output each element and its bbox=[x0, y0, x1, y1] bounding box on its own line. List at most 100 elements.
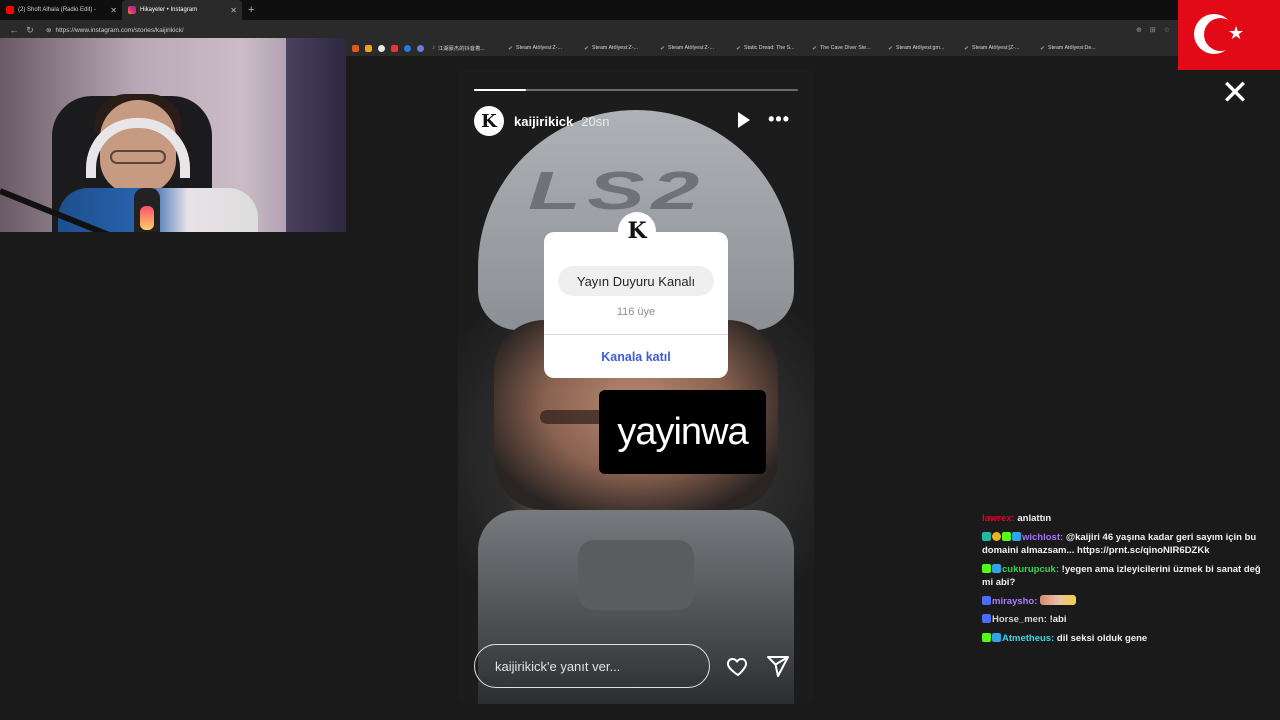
chat-message: Horse_men: !abi bbox=[982, 613, 1274, 627]
steam-icon: ✔ bbox=[736, 45, 742, 52]
channel-title: Yayın Duyuru Kanalı bbox=[558, 266, 714, 296]
browser-tab-instagram[interactable]: Hikayeler • Instagram ✕ bbox=[122, 0, 242, 20]
text-sticker: yayinwa bbox=[599, 390, 766, 474]
bookmark-item[interactable]: ✔ Steam Atölyesi:Z-... bbox=[660, 45, 728, 52]
chat-message: miraysho: bbox=[982, 594, 1274, 609]
webcam-overlay bbox=[0, 38, 346, 232]
stream-chat: lawrex: anlattın wichlost: @kaijiri 46 y… bbox=[982, 512, 1274, 650]
bookmark-icon[interactable] bbox=[404, 44, 411, 52]
cube-badge-icon bbox=[992, 563, 1001, 573]
turkish-flag-overlay: ★ bbox=[1178, 0, 1280, 70]
steam-icon: ✔ bbox=[888, 45, 894, 52]
helmet-vent bbox=[578, 540, 694, 610]
subscriber-badge-icon bbox=[982, 531, 991, 541]
kick-badge-icon bbox=[982, 632, 991, 642]
chat-username: Atmetheus bbox=[1002, 632, 1052, 644]
chat-message: wichlost: @kaijiri 46 yaşına kadar geri … bbox=[982, 531, 1257, 556]
channel-avatar: K bbox=[618, 212, 656, 250]
chat-message: lawrex: anlattın bbox=[982, 513, 1052, 524]
bookmark-item[interactable]: ✔ Static Dread: The S... bbox=[736, 45, 804, 52]
kick-badge-icon bbox=[982, 595, 991, 605]
steam-icon: ✔ bbox=[660, 45, 666, 52]
tab-label: (2) Shoft Alhala (Radio Edit) - bbox=[18, 7, 97, 13]
address-bar[interactable]: ⊜ https://www.instagram.com/stories/kaij… bbox=[46, 26, 184, 35]
bookmark-icon[interactable] bbox=[391, 44, 398, 52]
mic-light bbox=[140, 206, 154, 230]
story-avatar[interactable]: K bbox=[474, 106, 504, 136]
address-bar-row: ← ↻ ⊜ https://www.instagram.com/stories/… bbox=[0, 20, 1280, 40]
bookmark-icon[interactable] bbox=[378, 44, 385, 52]
bookmark-icon[interactable] bbox=[352, 44, 359, 52]
story-progress-fill bbox=[474, 89, 526, 91]
url-text: https://www.instagram.com/stories/kaijir… bbox=[55, 26, 184, 34]
browser-tab-youtube[interactable]: (2) Shoft Alhala (Radio Edit) - ✕ bbox=[0, 0, 122, 20]
tiktok-icon: ♪ bbox=[432, 45, 435, 51]
chat-message: Atmetheus: dil seksi olduk gene bbox=[982, 632, 1274, 646]
steam-icon: ✔ bbox=[508, 45, 514, 52]
chat-message: cukurupcuk: !yegen ama izleyicilerini üz… bbox=[982, 563, 1261, 588]
reply-input[interactable]: kaijirikick'e yanıt ver... bbox=[474, 644, 710, 688]
chat-username: cukurupcuk bbox=[1002, 563, 1056, 575]
steam-icon: ✔ bbox=[1040, 45, 1046, 52]
kick-badge-icon bbox=[982, 563, 991, 573]
story-progress-bar bbox=[474, 89, 798, 91]
chat-text: dil seksi olduk gene bbox=[1056, 632, 1148, 644]
channel-members: 116 üye bbox=[616, 306, 656, 318]
bookmarks-bar: ♪ 江湖豪杰的抖音着... ✔ Steam Atölyesi:Z-... ✔ Stea… bbox=[346, 40, 1280, 56]
kick-logo-icon: K bbox=[481, 110, 497, 132]
bookmark-item[interactable]: ✔ The Cave Diver Ste... bbox=[812, 45, 880, 52]
more-icon[interactable]: ••• bbox=[768, 110, 790, 128]
address-bar-actions: ⊕ ⊞ ☆ bbox=[1136, 26, 1170, 34]
star-icon: ★ bbox=[1228, 23, 1245, 43]
story-frame[interactable]: LS2 K kaijirikick 20sn ••• K Yayın Duyur… bbox=[458, 70, 814, 704]
back-button[interactable]: ← bbox=[6, 25, 22, 35]
story-header: K kaijirikick 20sn ••• bbox=[474, 106, 798, 136]
bookmark-star-icon[interactable]: ☆ bbox=[1164, 26, 1170, 34]
kick-badge-icon bbox=[982, 614, 991, 623]
close-icon: ✕ bbox=[1220, 74, 1250, 112]
zoom-icon[interactable]: ⊕ bbox=[1136, 26, 1142, 34]
bookmark-item[interactable]: ✔ Steam Atölyesi:gm... bbox=[888, 45, 956, 52]
close-story-button[interactable]: ✕ bbox=[1220, 76, 1250, 110]
bookmark-item[interactable]: ✔ Steam Atölyesi:Z-... bbox=[584, 45, 652, 52]
gift-badge-icon bbox=[992, 531, 1001, 541]
send-icon[interactable] bbox=[766, 654, 790, 678]
steam-icon: ✔ bbox=[584, 45, 590, 52]
channel-card[interactable]: K Yayın Duyuru Kanalı 116 üye Kanala kat… bbox=[544, 212, 728, 378]
story-time: 20sn bbox=[581, 113, 610, 129]
steam-icon: ✔ bbox=[812, 45, 818, 52]
webcam-curtain bbox=[286, 38, 346, 232]
tab-close-icon[interactable]: ✕ bbox=[110, 6, 117, 15]
extensions-icon[interactable]: ⊞ bbox=[1150, 26, 1156, 34]
kick-badge-icon bbox=[1002, 531, 1011, 541]
reload-button[interactable]: ↻ bbox=[22, 25, 38, 36]
chat-text: !abi bbox=[1049, 614, 1067, 625]
helmet-logo: LS2 bbox=[528, 161, 706, 221]
cube-badge-icon bbox=[1012, 531, 1021, 541]
tab-close-icon[interactable]: ✕ bbox=[230, 6, 237, 15]
bookmark-item[interactable]: ♪ 江湖豪杰的抖音着... bbox=[432, 44, 500, 52]
join-channel-button[interactable]: Kanala katıl bbox=[544, 335, 728, 378]
chat-username: Horse_men bbox=[992, 614, 1044, 625]
bookmark-item[interactable]: ✔ Steam Atölyesi:Z-... bbox=[508, 45, 576, 52]
bookmark-item[interactable]: ✔ Steam Atölyesi:De... bbox=[1040, 45, 1108, 52]
chat-username: miraysho bbox=[992, 595, 1035, 607]
play-icon[interactable] bbox=[738, 112, 750, 128]
story-username[interactable]: kaijirikick bbox=[514, 114, 573, 129]
new-tab-button[interactable]: + bbox=[248, 4, 254, 16]
lock-icon: ⊜ bbox=[46, 27, 52, 34]
heart-icon[interactable] bbox=[726, 654, 750, 678]
chat-username: wichlost bbox=[1022, 531, 1061, 543]
instagram-icon bbox=[128, 6, 136, 14]
tab-label: Hikayeler • Instagram bbox=[140, 7, 198, 13]
chat-username: lawrex bbox=[982, 513, 1012, 524]
cube-badge-icon bbox=[992, 632, 1001, 642]
bookmark-item[interactable]: ✔ Steam Atölyesi:[Z-... bbox=[964, 45, 1032, 52]
bookmark-icon[interactable] bbox=[365, 44, 372, 52]
youtube-icon bbox=[6, 6, 14, 14]
chat-emote bbox=[1040, 594, 1077, 605]
webcam-glasses bbox=[110, 150, 166, 164]
chat-text: anlattın bbox=[1017, 513, 1052, 524]
browser-tabbar: (2) Shoft Alhala (Radio Edit) - ✕ Hikaye… bbox=[0, 0, 1280, 20]
bookmark-icon[interactable] bbox=[417, 44, 424, 52]
